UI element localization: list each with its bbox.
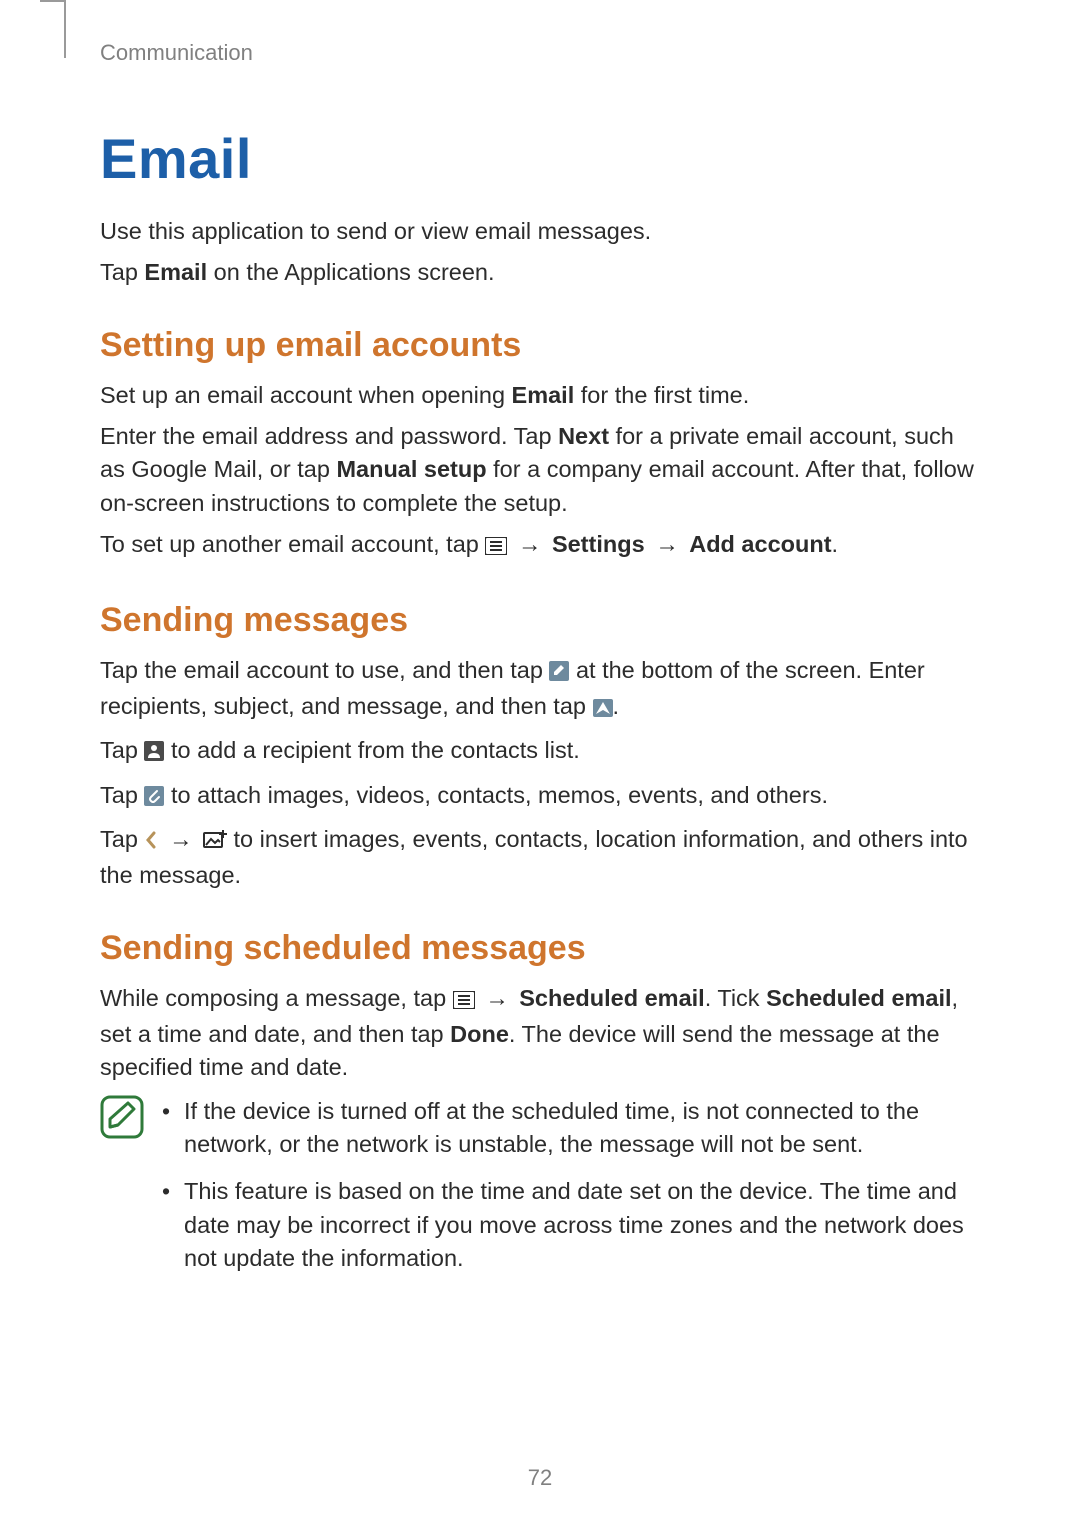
page-title: Email: [100, 126, 980, 191]
scheduled-paragraph-1: While composing a message, tap → Schedul…: [100, 982, 980, 1085]
note-icon: [100, 1095, 148, 1144]
text: Tap: [100, 259, 144, 285]
bold-email: Email: [512, 382, 575, 408]
heading-sending: Sending messages: [100, 601, 980, 640]
setup-paragraph-2: Enter the email address and password. Ta…: [100, 420, 980, 520]
heading-setup: Setting up email accounts: [100, 326, 980, 365]
sending-paragraph-2: Tap to add a recipient from the contacts…: [100, 734, 980, 770]
bold-settings: Settings: [552, 531, 645, 557]
text: to add a recipient from the contacts lis…: [171, 737, 580, 763]
bold-manual-setup: Manual setup: [336, 456, 486, 482]
text: To set up another email account, tap: [100, 531, 485, 557]
sending-paragraph-1: Tap the email account to use, and then t…: [100, 654, 980, 727]
compose-icon: [549, 657, 569, 690]
bold-scheduled-email: Scheduled email: [519, 985, 704, 1011]
text: Tap: [100, 737, 144, 763]
note-list: If the device is turned off at the sched…: [154, 1095, 980, 1290]
text: .: [613, 693, 620, 719]
setup-paragraph-3: To set up another email account, tap → S…: [100, 528, 980, 564]
menu-icon: [485, 531, 507, 564]
note-item-2: This feature is based on the time and da…: [154, 1175, 980, 1275]
send-icon: [593, 693, 613, 726]
text: for the first time.: [574, 382, 749, 408]
arrow: →: [651, 531, 683, 557]
intro-paragraph-2: Tap Email on the Applications screen.: [100, 256, 980, 289]
bold-email: Email: [144, 259, 207, 285]
corner-crop-mark: [64, 0, 67, 58]
attach-icon: [144, 782, 164, 815]
bold-done: Done: [450, 1021, 509, 1047]
section-label: Communication: [100, 40, 980, 66]
menu-icon: [453, 985, 475, 1018]
text: Tap the email account to use, and then t…: [100, 657, 549, 683]
text: .: [832, 531, 839, 557]
page: Communication Email Use this application…: [0, 0, 1080, 1527]
arrow: →: [165, 826, 197, 852]
contact-icon: [144, 737, 164, 770]
bold-scheduled-email: Scheduled email: [766, 985, 951, 1011]
arrow: →: [514, 531, 546, 557]
sending-paragraph-3: Tap to attach images, videos, contacts, …: [100, 779, 980, 815]
text: Enter the email address and password. Ta…: [100, 423, 558, 449]
arrow: →: [481, 985, 513, 1011]
chevron-left-icon: [144, 826, 158, 859]
intro-paragraph-1: Use this application to send or view ema…: [100, 215, 980, 248]
page-number: 72: [0, 1465, 1080, 1491]
bold-add-account: Add account: [689, 531, 831, 557]
text: While composing a message, tap: [100, 985, 453, 1011]
note-item-1: If the device is turned off at the sched…: [154, 1095, 980, 1162]
text: Tap: [100, 826, 144, 852]
text: Tap: [100, 782, 144, 808]
setup-paragraph-1: Set up an email account when opening Ema…: [100, 379, 980, 412]
insert-image-icon: [203, 826, 227, 859]
text: on the Applications screen.: [207, 259, 494, 285]
sending-paragraph-4: Tap → to insert images, events, contacts…: [100, 823, 980, 893]
text: Set up an email account when opening: [100, 382, 512, 408]
heading-scheduled: Sending scheduled messages: [100, 929, 980, 968]
text: to insert images, events, contacts, loca…: [100, 826, 968, 888]
text: . Tick: [705, 985, 766, 1011]
note-block: If the device is turned off at the sched…: [100, 1095, 980, 1290]
bold-next: Next: [558, 423, 609, 449]
text: to attach images, videos, contacts, memo…: [171, 782, 828, 808]
